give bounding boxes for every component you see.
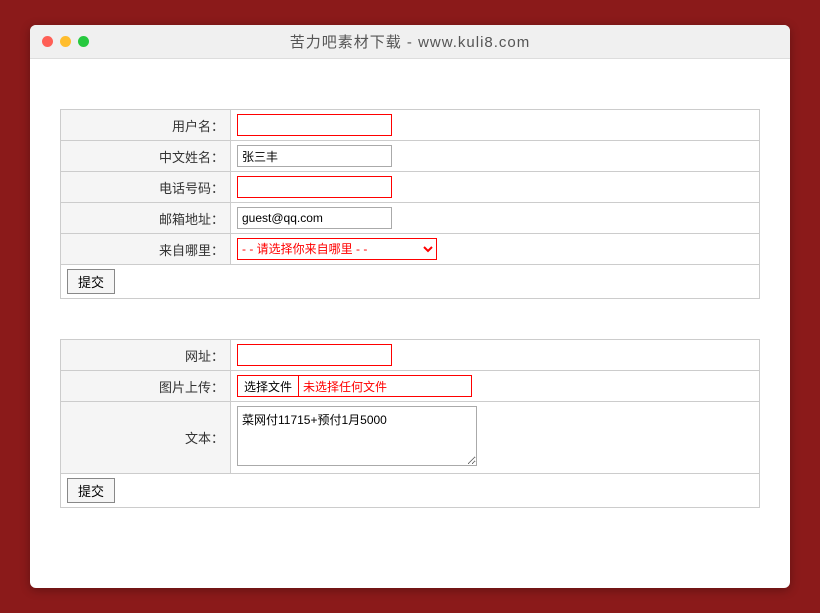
input-url[interactable] [237,344,392,366]
traffic-lights [42,36,89,47]
input-email[interactable] [237,207,392,229]
label-url: 网址： [61,340,231,371]
file-status-text: 未选择任何文件 [299,378,387,395]
label-from: 来自哪里： [61,234,231,265]
textarea-text[interactable] [237,406,477,466]
app-window: 苦力吧素材下载 - www.kuli8.com 用户名： 中文姓名： 电话号码：… [30,25,790,588]
form-extra: 网址： 图片上传： 选择文件 未选择任何文件 文本： 提交 [60,339,760,508]
file-input-wrap[interactable]: 选择文件 未选择任何文件 [237,375,472,397]
row-email: 邮箱地址： [61,203,760,234]
titlebar: 苦力吧素材下载 - www.kuli8.com [30,25,790,59]
minimize-icon[interactable] [60,36,71,47]
maximize-icon[interactable] [78,36,89,47]
row-submit-1: 提交 [61,265,760,299]
window-title: 苦力吧素材下载 - www.kuli8.com [30,31,790,52]
row-url: 网址： [61,340,760,371]
input-phone[interactable] [237,176,392,198]
label-upload: 图片上传： [61,371,231,402]
row-submit-2: 提交 [61,474,760,508]
label-username: 用户名： [61,110,231,141]
row-text: 文本： [61,402,760,474]
row-upload: 图片上传： 选择文件 未选择任何文件 [61,371,760,402]
label-text: 文本： [61,402,231,474]
input-username[interactable] [237,114,392,136]
label-phone: 电话号码： [61,172,231,203]
row-cnname: 中文姓名： [61,141,760,172]
label-email: 邮箱地址： [61,203,231,234]
submit-button-2[interactable]: 提交 [67,478,115,503]
content-area: 用户名： 中文姓名： 电话号码： 邮箱地址： 来自哪里： - - 请选择你来自哪… [30,59,790,588]
row-phone: 电话号码： [61,172,760,203]
select-from[interactable]: - - 请选择你来自哪里 - - [237,238,437,260]
file-choose-button[interactable]: 选择文件 [238,376,299,396]
close-icon[interactable] [42,36,53,47]
row-username: 用户名： [61,110,760,141]
submit-button-1[interactable]: 提交 [67,269,115,294]
input-cnname[interactable] [237,145,392,167]
row-from: 来自哪里： - - 请选择你来自哪里 - - [61,234,760,265]
form-user: 用户名： 中文姓名： 电话号码： 邮箱地址： 来自哪里： - - 请选择你来自哪… [60,109,760,299]
label-cnname: 中文姓名： [61,141,231,172]
